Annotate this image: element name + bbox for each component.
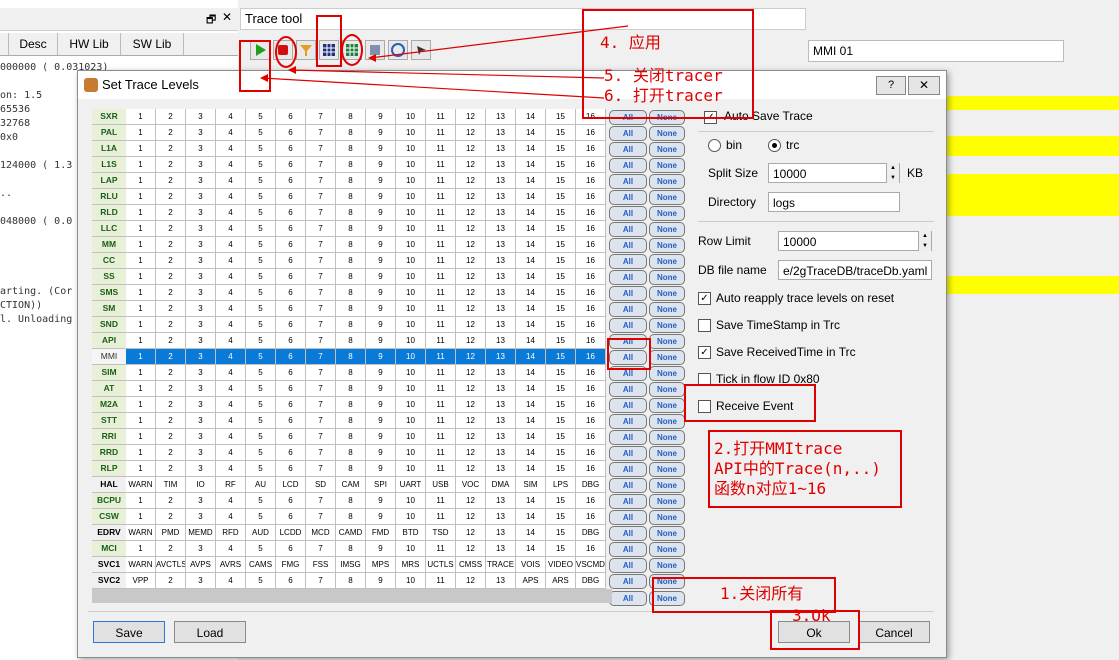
annotation-arrows — [260, 25, 629, 99]
